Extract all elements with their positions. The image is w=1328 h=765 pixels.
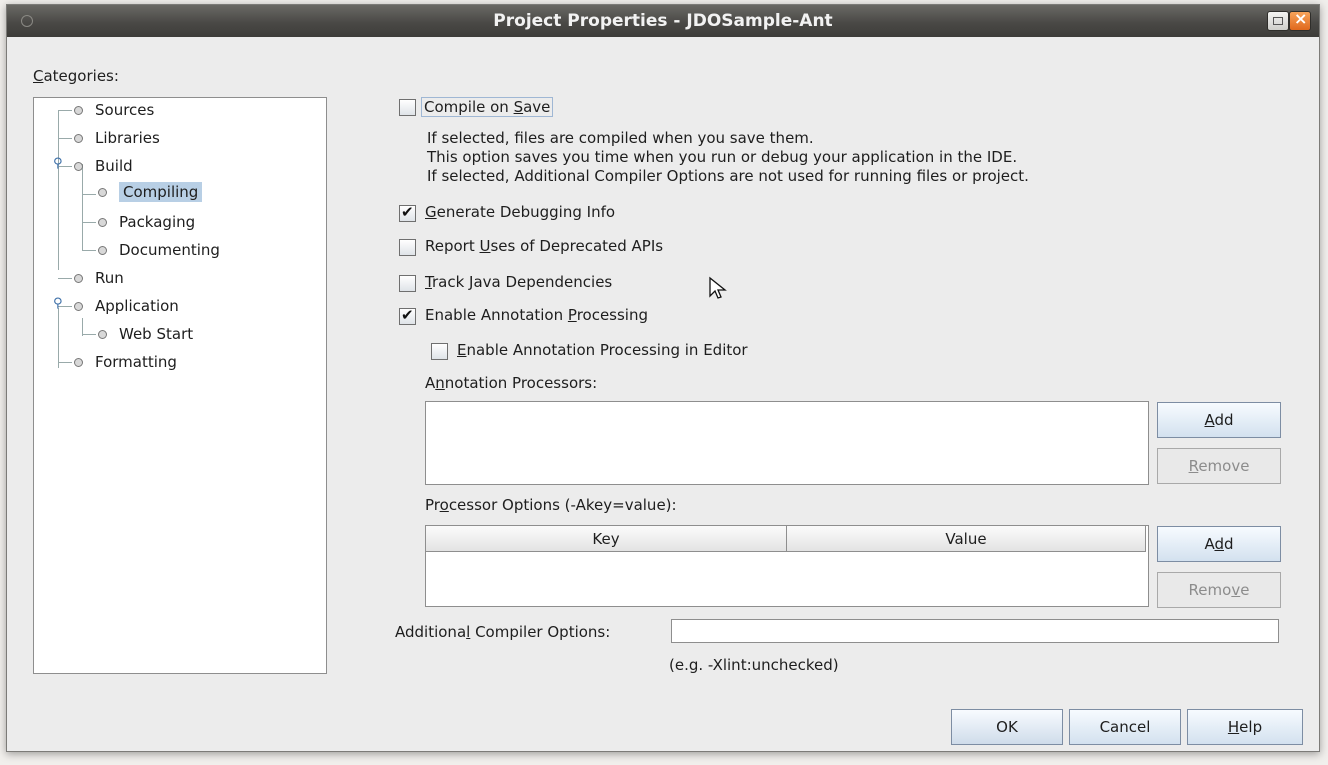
tree-node-icon [98, 330, 107, 339]
tree-node-icon [74, 358, 83, 367]
tree-item-libraries[interactable]: Libraries [74, 129, 160, 147]
tree-line [82, 194, 96, 195]
tree-item-build[interactable]: Build [74, 157, 133, 175]
compile-on-save-label[interactable]: Compile on Save [421, 97, 554, 117]
tree-line [58, 278, 72, 279]
compiler-options-input[interactable] [671, 619, 1279, 643]
mouse-cursor-icon [709, 276, 727, 299]
processors-remove-button[interactable]: Remove [1157, 448, 1281, 484]
options-remove-button[interactable]: Remove [1157, 572, 1281, 608]
track-deps-checkbox[interactable] [399, 275, 416, 292]
tree-item-run[interactable]: Run [74, 269, 124, 287]
compile-on-save-desc-1: If selected, files are compiled when you… [427, 129, 814, 147]
compile-on-save-desc-3: If selected, Additional Compiler Options… [427, 167, 1029, 185]
project-properties-dialog: Project Properties - JDOSample-Ant Categ… [6, 4, 1320, 752]
compiler-options-label: Additional Compiler Options: [395, 623, 611, 641]
tree-item-formatting[interactable]: Formatting [74, 353, 177, 371]
tree-line [58, 110, 72, 111]
compile-on-save-checkbox[interactable] [399, 99, 416, 116]
tree-node-icon [74, 134, 83, 143]
tree-line [58, 110, 59, 270]
options-add-button[interactable]: Add [1157, 526, 1281, 562]
tree-item-sources[interactable]: Sources [74, 101, 154, 119]
cancel-button[interactable]: Cancel [1069, 709, 1181, 745]
annotation-processors-label: Annotation Processors: [425, 374, 598, 392]
processor-options-label: Processor Options (-Akey=value): [425, 496, 677, 514]
annotation-processors-list[interactable] [425, 401, 1149, 485]
expand-toggle-icon[interactable]: ⚲ [53, 296, 63, 311]
tree-item-application[interactable]: Application [74, 297, 179, 315]
tree-item-compiling[interactable]: Compiling [98, 182, 203, 202]
deprecated-label[interactable]: Report Uses of Deprecated APIs [425, 237, 663, 255]
tree-line [82, 250, 96, 251]
expand-toggle-icon[interactable]: ⚲ [53, 156, 63, 171]
processors-add-button[interactable]: Add [1157, 402, 1281, 438]
checkmark-icon: ✔ [401, 306, 414, 324]
tree-node-icon [98, 246, 107, 255]
window-title: Project Properties - JDOSample-Ant [493, 11, 833, 31]
title-bar[interactable]: Project Properties - JDOSample-Ant [7, 5, 1319, 37]
tree-line [82, 334, 96, 335]
annotation-processing-label[interactable]: Enable Annotation Processing [425, 306, 648, 324]
debug-info-checkbox[interactable]: ✔ [399, 203, 416, 222]
categories-tree[interactable]: Sources Libraries ⚲ Build Compiling Pack… [33, 97, 327, 674]
tree-node-icon [98, 218, 107, 227]
annotation-editor-label[interactable]: Enable Annotation Processing in Editor [457, 341, 748, 359]
compiler-options-hint: (e.g. -Xlint:unchecked) [669, 656, 839, 674]
tree-node-icon [74, 162, 83, 171]
deprecated-checkbox[interactable] [399, 239, 416, 256]
annotation-editor-checkbox[interactable] [431, 343, 448, 360]
tree-item-documenting[interactable]: Documenting [98, 241, 220, 259]
annotation-processing-checkbox[interactable]: ✔ [399, 306, 416, 325]
tree-item-packaging[interactable]: Packaging [98, 213, 195, 231]
tree-line [58, 308, 59, 368]
column-header-value[interactable]: Value [786, 525, 1146, 552]
checkmark-icon: ✔ [401, 203, 414, 221]
tree-node-icon [74, 274, 83, 283]
tree-node-icon [74, 302, 83, 311]
tree-line [82, 164, 83, 250]
tree-node-icon [74, 106, 83, 115]
column-header-key[interactable]: Key [425, 525, 787, 552]
maximize-button[interactable] [1267, 11, 1289, 31]
tree-line [82, 222, 96, 223]
categories-label: Categories: [33, 67, 119, 85]
tree-item-web-start[interactable]: Web Start [98, 325, 193, 343]
tree-line [58, 138, 72, 139]
track-deps-label[interactable]: Track Java Dependencies [425, 273, 612, 291]
ok-button[interactable]: OK [951, 709, 1063, 745]
help-button[interactable]: Help [1187, 709, 1303, 745]
tree-line [58, 362, 72, 363]
tree-node-icon [98, 188, 107, 197]
close-button[interactable] [1289, 9, 1311, 31]
debug-info-label[interactable]: Generate Debugging Info [425, 203, 615, 221]
compile-on-save-desc-2: This option saves you time when you run … [427, 148, 1018, 166]
